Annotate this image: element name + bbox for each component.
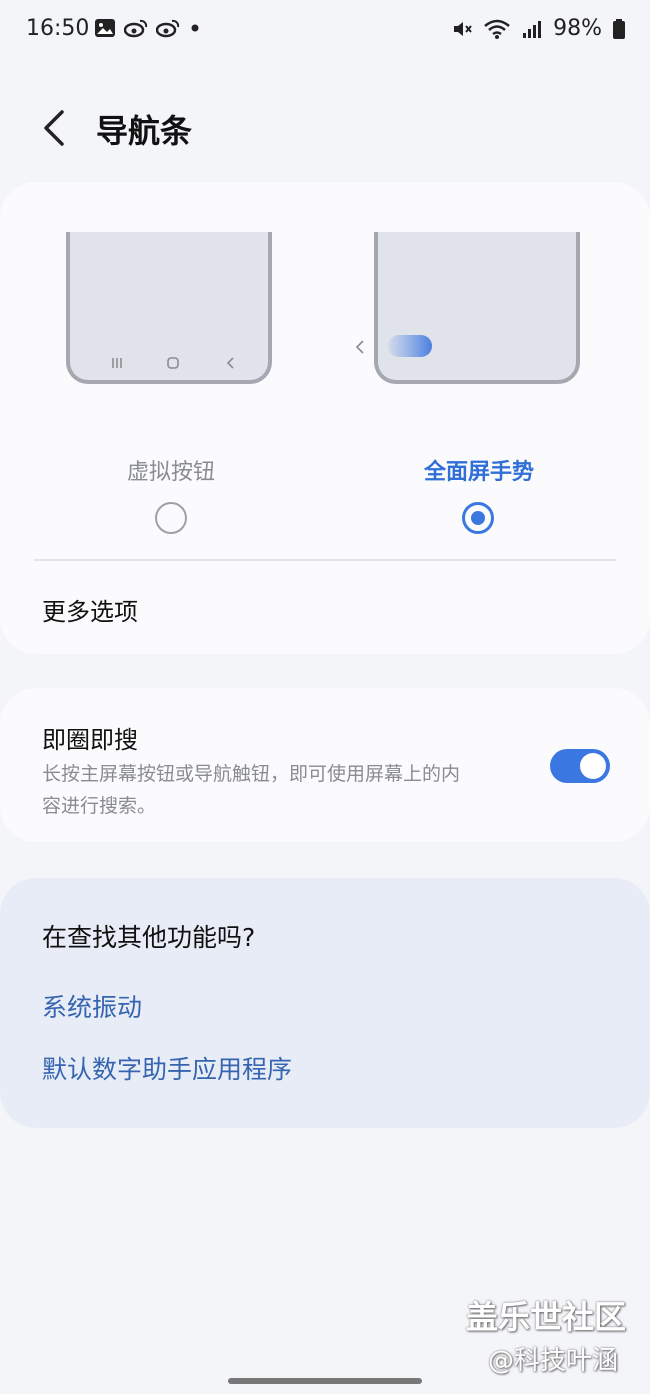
gestures-label[interactable]: 全面屏手势 — [349, 454, 609, 486]
home-indicator[interactable] — [228, 1378, 422, 1384]
weibo-icon — [156, 19, 180, 38]
buttons-preview[interactable] — [66, 232, 272, 384]
page-header: 导航条 — [0, 96, 650, 166]
looking-for-title: 在查找其他功能吗? — [42, 923, 256, 952]
link-system-vibration[interactable]: 系统振动 — [42, 988, 142, 1024]
back-nav-icon — [226, 357, 234, 369]
dot-icon — [191, 24, 199, 32]
wifi-icon — [484, 19, 510, 39]
gestures-radio[interactable] — [462, 502, 494, 534]
mute-icon — [454, 21, 472, 36]
watermark-author: @科技叶涵 — [488, 1346, 619, 1376]
circle-to-search-toggle[interactable] — [550, 749, 610, 783]
weibo-icon — [124, 19, 148, 38]
virtual-buttons-label[interactable]: 虚拟按钮 — [41, 454, 301, 486]
gesture-hint-arrow-icon — [355, 340, 364, 354]
watermark-community: 盖乐世社区 — [466, 1298, 627, 1336]
recents-icon — [112, 358, 122, 368]
back-icon[interactable] — [36, 108, 76, 148]
status-bar: 16:50 98% — [0, 0, 650, 60]
gallery-icon — [95, 19, 115, 37]
divider — [34, 559, 616, 561]
signal-icon — [523, 20, 542, 38]
virtual-buttons-radio[interactable] — [155, 502, 187, 534]
toggle-knob — [580, 753, 606, 779]
link-default-assistant[interactable]: 默认数字助手应用程序 — [42, 1050, 292, 1086]
notification-icons — [94, 18, 202, 38]
page-title: 导航条 — [96, 112, 193, 150]
battery-icon — [613, 18, 625, 39]
swipe-gesture-icon — [388, 335, 432, 357]
battery-percent: 98% — [553, 16, 602, 41]
more-options-item[interactable]: 更多选项 — [42, 592, 138, 627]
home-icon — [167, 357, 179, 369]
circle-to-search-title: 即圈即搜 — [42, 726, 138, 754]
status-time: 16:50 — [26, 16, 90, 41]
circle-to-search-description: 长按主屏幕按钮或导航触钮，即可使用屏幕上的内 容进行搜索。 — [42, 763, 461, 817]
gesture-preview[interactable] — [374, 232, 580, 384]
system-indicators: 98% — [451, 16, 626, 41]
